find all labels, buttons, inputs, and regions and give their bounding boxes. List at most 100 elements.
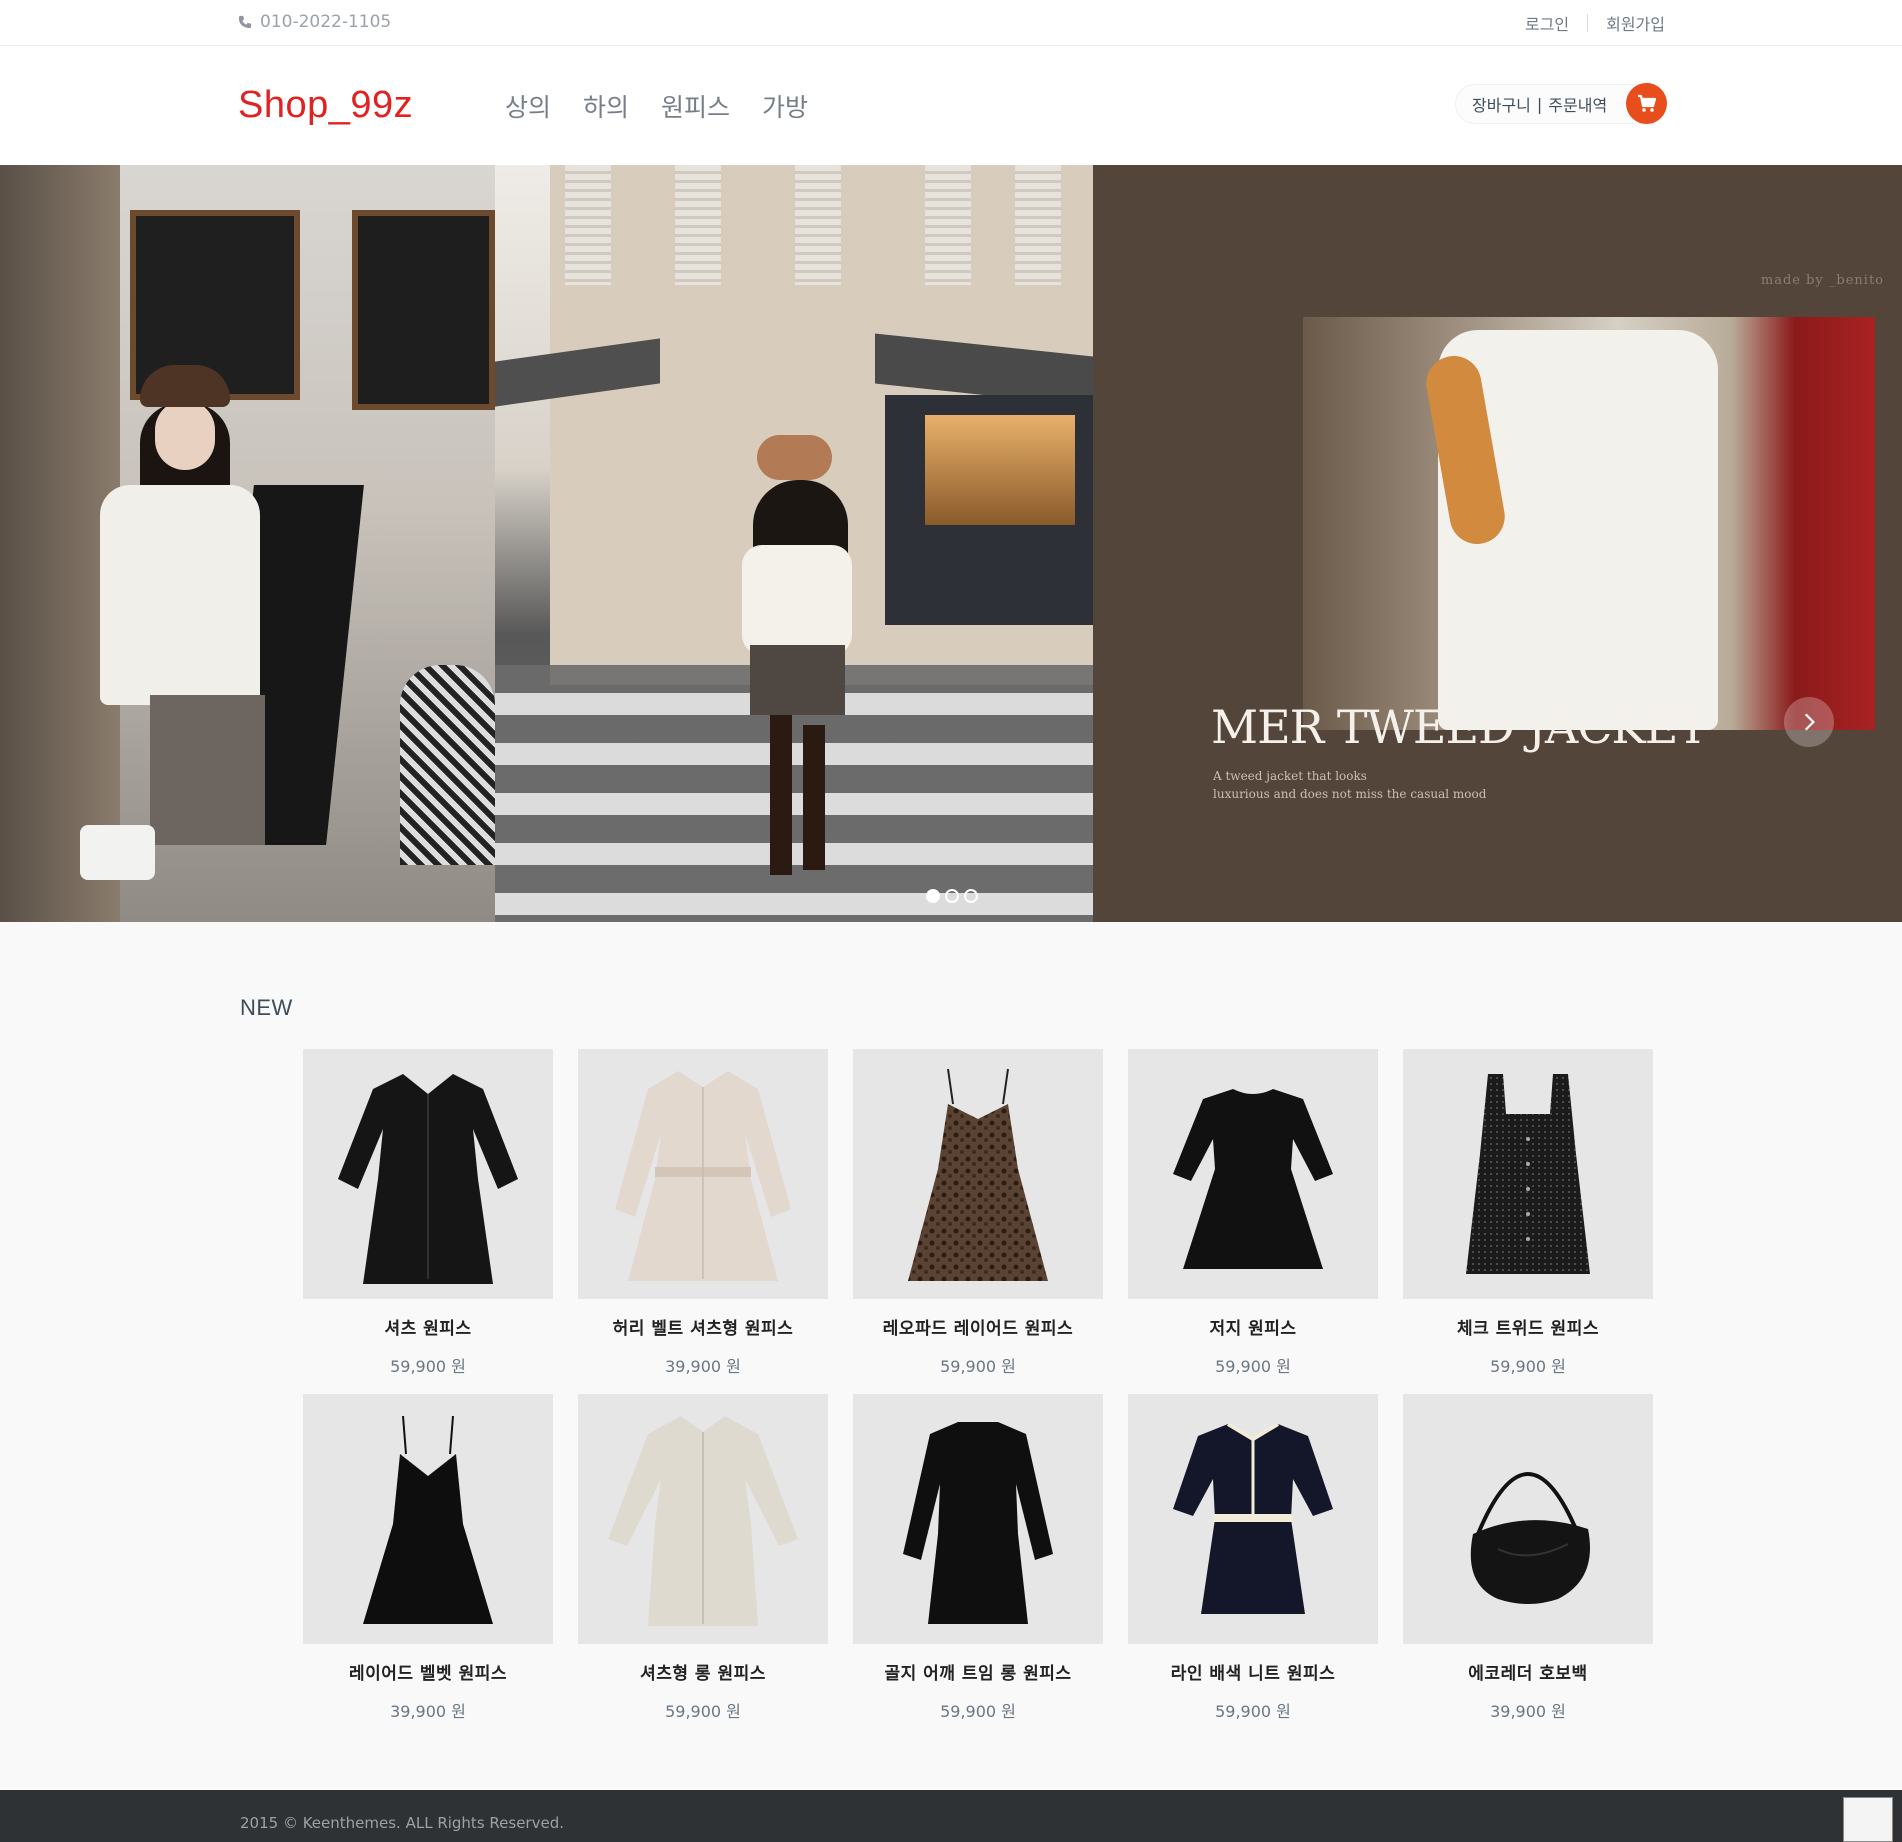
product-image[interactable] bbox=[1403, 1394, 1653, 1644]
product-price: 59,900 원 bbox=[665, 1702, 741, 1721]
footer: 2015 © Keenthemes. ALL Rights Reserved. bbox=[0, 1790, 1902, 1842]
cart-button[interactable] bbox=[1626, 83, 1667, 124]
leopard-slip-dress-icon bbox=[908, 1068, 1048, 1281]
product-image[interactable] bbox=[578, 1049, 828, 1299]
cafe-chairs bbox=[400, 665, 495, 865]
product-price: 59,900 원 bbox=[390, 1357, 466, 1376]
login-link[interactable]: 로그인 bbox=[1525, 11, 1569, 35]
model-beret bbox=[757, 435, 832, 480]
product-image[interactable] bbox=[853, 1049, 1103, 1299]
hobo-bag-icon bbox=[1470, 1472, 1590, 1604]
product-image[interactable] bbox=[1128, 1049, 1378, 1299]
product-card[interactable]: 체크 트위드 원피스 59,900 원 bbox=[1403, 1049, 1653, 1377]
nav-item-bags[interactable]: 가방 bbox=[762, 88, 808, 124]
product-name[interactable]: 레이어드 벨벳 원피스 bbox=[303, 1659, 553, 1684]
black-jersey-dress-icon bbox=[1173, 1089, 1333, 1269]
chevron-right-icon bbox=[1804, 713, 1815, 731]
product-image[interactable] bbox=[303, 1394, 553, 1644]
top-bar: 010-2022-1105 로그인 회원가입 bbox=[0, 0, 1902, 46]
product-row: 레이어드 벨벳 원피스 39,900 원 셔츠형 롱 원피스 59,900 원 … bbox=[303, 1394, 1653, 1722]
product-name[interactable]: 저지 원피스 bbox=[1128, 1314, 1378, 1339]
product-price: 59,900 원 bbox=[1490, 1357, 1566, 1376]
carousel-slide-street bbox=[495, 165, 1093, 922]
black-shirt-dress-icon bbox=[338, 1074, 518, 1284]
copyright-text: 2015 © Keenthemes. ALL Rights Reserved. bbox=[240, 1814, 564, 1832]
cart-link[interactable]: 장바구니 bbox=[1472, 92, 1531, 116]
product-card[interactable]: 셔츠 원피스 59,900 원 bbox=[303, 1049, 553, 1377]
product-name[interactable]: 허리 벨트 셔츠형 원피스 bbox=[578, 1314, 828, 1339]
model-boot bbox=[803, 725, 825, 870]
cart-separator: | bbox=[1536, 94, 1543, 114]
phone-number: 010-2022-1105 bbox=[260, 12, 392, 32]
product-price: 59,900 원 bbox=[1215, 1702, 1291, 1721]
broken-image-icon bbox=[1843, 1797, 1893, 1842]
signup-link[interactable]: 회원가입 bbox=[1606, 11, 1665, 35]
product-card[interactable]: 레이어드 벨벳 원피스 39,900 원 bbox=[303, 1394, 553, 1722]
product-card[interactable]: 에코레더 호보백 39,900 원 bbox=[1403, 1394, 1653, 1722]
shutter-window bbox=[565, 165, 611, 285]
product-name[interactable]: 셔츠 원피스 bbox=[303, 1314, 553, 1339]
navy-knit-dress-icon bbox=[1173, 1422, 1333, 1614]
product-price: 59,900 원 bbox=[940, 1702, 1016, 1721]
model-boot bbox=[770, 715, 792, 875]
product-card[interactable]: 레오파드 레이어드 원피스 59,900 원 bbox=[853, 1049, 1103, 1377]
product-card[interactable]: 골지 어깨 트임 롱 원피스 59,900 원 bbox=[853, 1394, 1103, 1722]
nav-item-dresses[interactable]: 원피스 bbox=[661, 88, 730, 124]
ivory-long-shirt-dress-icon bbox=[608, 1416, 798, 1626]
shutter-window bbox=[925, 165, 971, 285]
carousel-dot-1[interactable] bbox=[926, 889, 940, 903]
carousel-indicators bbox=[926, 889, 978, 903]
product-card[interactable]: 허리 벨트 셔츠형 원피스 39,900 원 bbox=[578, 1049, 828, 1377]
product-card[interactable]: 저지 원피스 59,900 원 bbox=[1128, 1049, 1378, 1377]
slide-credit: made by _benito bbox=[1760, 273, 1884, 288]
product-name[interactable]: 레오파드 레이어드 원피스 bbox=[853, 1314, 1103, 1339]
product-image[interactable] bbox=[1403, 1049, 1653, 1299]
product-image[interactable] bbox=[303, 1049, 553, 1299]
slide-subtitle: A tweed jacket that looks bbox=[1213, 769, 1367, 783]
model-skirt bbox=[750, 645, 845, 715]
carousel-dot-3[interactable] bbox=[964, 889, 978, 903]
product-price: 39,900 원 bbox=[665, 1357, 741, 1376]
product-price: 59,900 원 bbox=[1215, 1357, 1291, 1376]
model-coat bbox=[100, 485, 260, 705]
product-image[interactable] bbox=[578, 1394, 828, 1644]
shopping-cart-icon bbox=[1637, 94, 1656, 112]
site-logo[interactable]: Shop_99z bbox=[238, 84, 413, 127]
hero-carousel[interactable]: made by _benito MER TWEED JACKET A tweed… bbox=[0, 165, 1902, 922]
model-bag bbox=[80, 825, 155, 880]
carousel-slide-tweed-jacket: made by _benito MER TWEED JACKET A tweed… bbox=[1093, 165, 1902, 922]
product-card[interactable]: 셔츠형 롱 원피스 59,900 원 bbox=[578, 1394, 828, 1722]
slide-subtitle: luxurious and does not miss the casual m… bbox=[1213, 787, 1487, 801]
orders-link[interactable]: 주문내역 bbox=[1548, 92, 1607, 116]
shutter-window bbox=[795, 165, 841, 285]
model-jacket bbox=[742, 545, 852, 655]
product-price: 39,900 원 bbox=[390, 1702, 466, 1721]
model-skirt bbox=[150, 695, 265, 845]
tweed-pinafore-dress-icon bbox=[1466, 1074, 1590, 1274]
nav-item-bottoms[interactable]: 하의 bbox=[583, 88, 629, 124]
beige-belted-dress-icon bbox=[615, 1071, 791, 1281]
section-title-new: NEW bbox=[240, 995, 293, 1020]
shutter-window bbox=[1015, 165, 1061, 285]
product-row: 셔츠 원피스 59,900 원 허리 벨트 셔츠형 원피스 39,900 원 레… bbox=[303, 1049, 1653, 1377]
phone-contact: 010-2022-1105 bbox=[238, 12, 391, 32]
shutter-window bbox=[675, 165, 721, 285]
product-price: 59,900 원 bbox=[940, 1357, 1016, 1376]
model-face bbox=[155, 400, 215, 470]
phone-icon bbox=[238, 15, 252, 29]
product-card[interactable]: 라인 배색 니트 원피스 59,900 원 bbox=[1128, 1394, 1378, 1722]
product-name[interactable]: 셔츠형 롱 원피스 bbox=[578, 1659, 828, 1684]
carousel-slide-cafe bbox=[0, 165, 495, 922]
carousel-dot-2[interactable] bbox=[945, 889, 959, 903]
product-name[interactable]: 체크 트위드 원피스 bbox=[1403, 1314, 1653, 1339]
slide-headline: MER TWEED JACKET bbox=[1211, 700, 1708, 754]
velvet-slip-dress-icon bbox=[363, 1415, 493, 1624]
product-name[interactable]: 에코레더 호보백 bbox=[1403, 1659, 1653, 1684]
product-name[interactable]: 라인 배색 니트 원피스 bbox=[1128, 1659, 1378, 1684]
carousel-next-button[interactable] bbox=[1784, 697, 1834, 747]
nav-item-tops[interactable]: 상의 bbox=[505, 88, 551, 124]
product-name[interactable]: 골지 어깨 트임 롱 원피스 bbox=[853, 1659, 1103, 1684]
product-image[interactable] bbox=[1128, 1394, 1378, 1644]
product-image[interactable] bbox=[853, 1394, 1103, 1644]
ribbed-long-dress-icon bbox=[903, 1422, 1053, 1624]
